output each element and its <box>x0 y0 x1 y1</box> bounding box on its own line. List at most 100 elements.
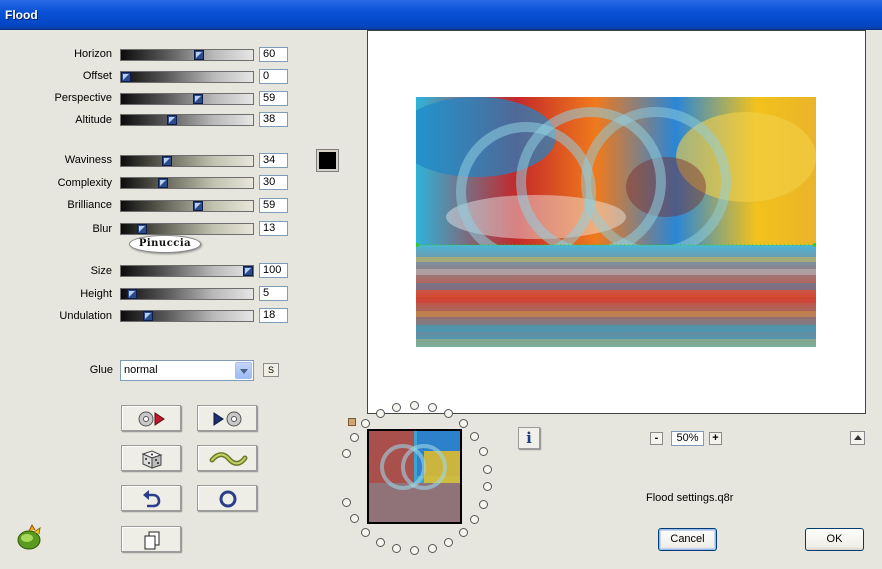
slider-height[interactable] <box>120 288 254 300</box>
slider-thumb[interactable] <box>243 266 253 276</box>
value-blur[interactable]: 13 <box>259 221 288 236</box>
label-waviness: Waviness <box>64 154 112 166</box>
value-height[interactable]: 5 <box>259 286 288 301</box>
slider-thumb[interactable] <box>137 224 147 234</box>
undo-button[interactable] <box>121 485 181 511</box>
preview-panel[interactable] <box>367 30 866 414</box>
dial-dot[interactable] <box>427 402 437 412</box>
dial-dot[interactable] <box>470 431 480 441</box>
dial-dot[interactable] <box>482 482 492 492</box>
undo-icon <box>143 490 161 508</box>
label-undulation: Undulation <box>59 310 112 322</box>
zoom-level[interactable]: 50% <box>671 431 704 446</box>
slider-brilliance[interactable] <box>120 200 254 212</box>
navigator-handle[interactable] <box>348 418 356 426</box>
wave-preview-button[interactable] <box>197 445 257 471</box>
ok-button[interactable]: OK <box>805 528 864 551</box>
slider-thumb[interactable] <box>143 311 153 321</box>
dial-dot[interactable] <box>444 538 454 548</box>
dial-dot[interactable] <box>409 400 419 410</box>
value-waviness[interactable]: 34 <box>259 153 288 168</box>
slider-size[interactable] <box>120 265 254 277</box>
slider-thumb[interactable] <box>193 201 203 211</box>
value-offset[interactable]: 0 <box>259 69 288 84</box>
dial-dot[interactable] <box>478 499 488 509</box>
label-complexity: Complexity <box>57 177 112 189</box>
dial-dot[interactable] <box>392 544 402 554</box>
zoom-out-button[interactable]: - <box>650 432 663 445</box>
dial-dot[interactable] <box>458 528 468 538</box>
value-brilliance[interactable]: 59 <box>259 198 288 213</box>
dial-dot[interactable] <box>444 408 454 418</box>
dial-dot[interactable] <box>458 418 468 428</box>
dial-dot[interactable] <box>409 546 419 556</box>
slider-perspective[interactable] <box>120 93 254 105</box>
settings-filename: Flood settings.q8r <box>646 492 734 504</box>
label-altitude: Altitude <box>75 114 112 126</box>
dial-dot[interactable] <box>375 537 385 547</box>
copy-icon <box>144 531 160 550</box>
save-preset-icon <box>213 411 242 427</box>
dialog-body: Horizon 60 Offset 0 Perspective 59 Altit… <box>0 30 882 569</box>
label-offset: Offset <box>82 70 112 82</box>
label-perspective: Perspective <box>54 92 112 104</box>
color-swatch[interactable] <box>317 150 338 171</box>
slider-horizon[interactable] <box>120 49 254 61</box>
dial-dot[interactable] <box>361 419 371 429</box>
value-perspective[interactable]: 59 <box>259 91 288 106</box>
zoom-in-button[interactable]: + <box>709 432 722 445</box>
dial-dot[interactable] <box>349 432 359 442</box>
watermark-label: Pinuccia <box>129 235 201 253</box>
slider-offset[interactable] <box>120 71 254 83</box>
dial-dot[interactable] <box>349 514 359 524</box>
glue-dropdown[interactable]: normal <box>120 360 254 381</box>
dial-dot[interactable] <box>470 515 480 525</box>
dial-dot[interactable] <box>361 527 371 537</box>
copy-button[interactable] <box>121 526 181 552</box>
dial-dot[interactable] <box>427 544 437 554</box>
glue-s-button[interactable]: S <box>263 363 279 377</box>
slider-thumb[interactable] <box>158 178 168 188</box>
window-title: Flood <box>5 8 38 22</box>
info-button[interactable]: i <box>518 427 540 449</box>
slider-thumb[interactable] <box>121 72 131 82</box>
value-complexity[interactable]: 30 <box>259 175 288 190</box>
slider-undulation[interactable] <box>120 310 254 322</box>
label-horizon: Horizon <box>74 48 112 60</box>
title-bar: Flood <box>0 0 882 30</box>
value-horizon[interactable]: 60 <box>259 47 288 62</box>
slider-blur[interactable] <box>120 223 254 235</box>
save-preset-button[interactable] <box>197 405 257 431</box>
dial-dot[interactable] <box>341 498 351 508</box>
dial-dot[interactable] <box>341 448 351 458</box>
slider-thumb[interactable] <box>127 289 137 299</box>
slider-altitude[interactable] <box>120 114 254 126</box>
glue-label: Glue <box>89 364 113 376</box>
dial-dot[interactable] <box>375 409 385 419</box>
cancel-button[interactable]: Cancel <box>658 528 717 551</box>
label-height: Height <box>80 288 112 300</box>
reset-button[interactable] <box>197 485 257 511</box>
dial-dot[interactable] <box>478 447 488 457</box>
slider-thumb[interactable] <box>194 50 204 60</box>
dial-dot[interactable] <box>482 464 492 474</box>
slider-thumb[interactable] <box>167 115 177 125</box>
app-logo-icon <box>17 523 41 550</box>
value-size[interactable]: 100 <box>259 263 288 278</box>
slider-thumb[interactable] <box>162 156 172 166</box>
collapse-button[interactable] <box>850 431 865 445</box>
value-undulation[interactable]: 18 <box>259 308 288 323</box>
load-preset-icon <box>138 411 165 427</box>
label-blur: Blur <box>92 223 112 235</box>
slider-waviness[interactable] <box>120 155 254 167</box>
value-altitude[interactable]: 38 <box>259 112 288 127</box>
slider-thumb[interactable] <box>193 94 203 104</box>
reset-icon <box>219 490 237 508</box>
slider-complexity[interactable] <box>120 177 254 189</box>
navigator-thumbnail[interactable] <box>367 429 462 524</box>
load-preset-button[interactable] <box>121 405 181 431</box>
randomize-button[interactable] <box>121 445 181 471</box>
preview-image <box>416 97 816 347</box>
chevron-down-icon[interactable] <box>235 362 252 379</box>
glue-value: normal <box>124 364 158 376</box>
